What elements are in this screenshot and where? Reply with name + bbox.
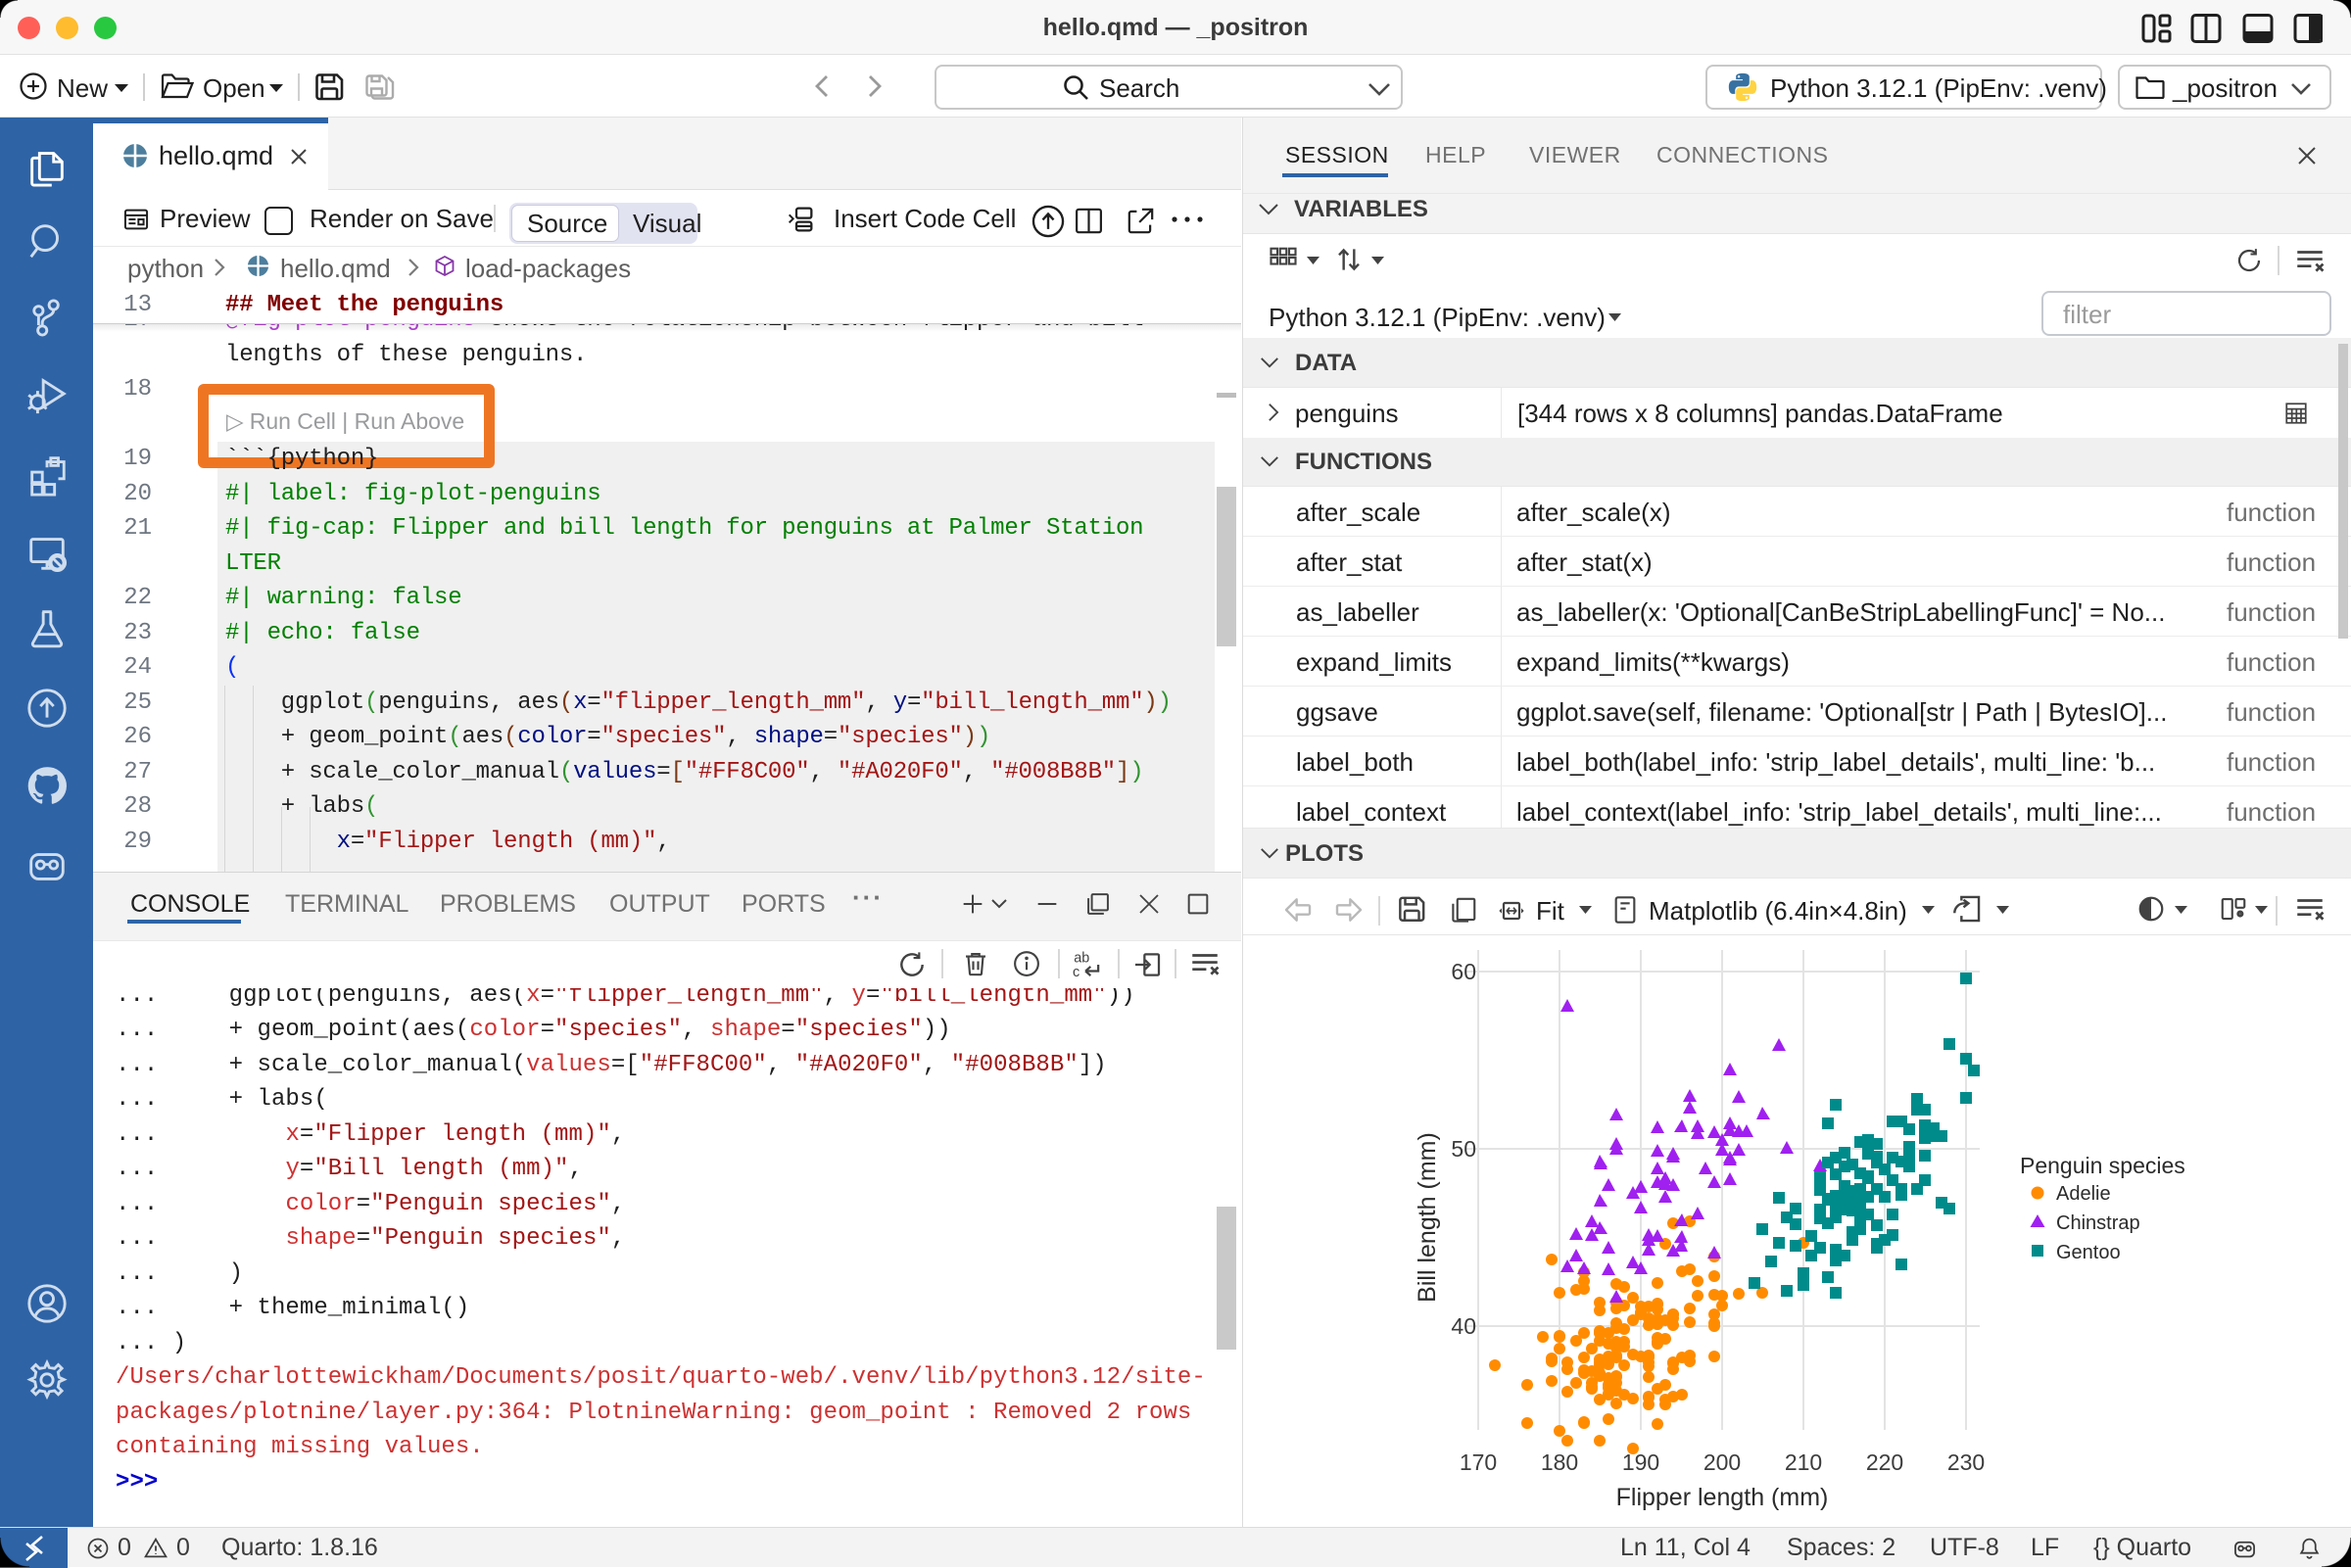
svg-text:60: 60 xyxy=(1451,959,1476,984)
svg-text:180: 180 xyxy=(1541,1449,1578,1475)
svg-text:230: 230 xyxy=(1947,1449,1985,1475)
svg-text:Penguin species: Penguin species xyxy=(2020,1153,2185,1178)
svg-text:220: 220 xyxy=(1866,1449,1903,1475)
svg-text:Adelie: Adelie xyxy=(2056,1183,2111,1205)
svg-text:210: 210 xyxy=(1785,1449,1822,1475)
svg-text:c: c xyxy=(1073,965,1080,980)
svg-text:40: 40 xyxy=(1451,1313,1476,1339)
svg-text:Flipper length (mm): Flipper length (mm) xyxy=(1616,1484,1829,1511)
svg-text:Gentoo: Gentoo xyxy=(2056,1242,2121,1263)
svg-text:170: 170 xyxy=(1460,1449,1497,1475)
svg-text:200: 200 xyxy=(1703,1449,1741,1475)
svg-text:50: 50 xyxy=(1451,1136,1476,1162)
svg-text:190: 190 xyxy=(1622,1449,1659,1475)
svg-text:Bill length (mm): Bill length (mm) xyxy=(1414,1132,1441,1303)
svg-text:Chinstrap: Chinstrap xyxy=(2056,1212,2140,1234)
